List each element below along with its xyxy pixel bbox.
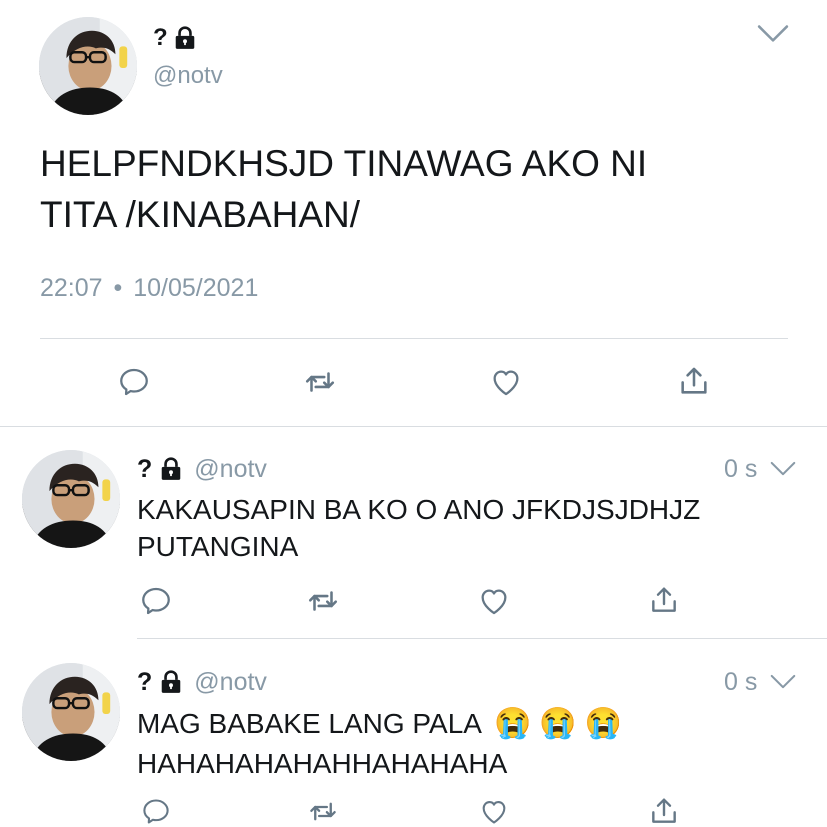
reply-icon[interactable] xyxy=(139,796,173,827)
lock-icon xyxy=(174,26,196,50)
main-tweet-display-name: ? xyxy=(153,24,168,51)
reply-divider xyxy=(137,638,827,639)
reply-text: MAG BABAKE LANG PALA 😭 😭 😭 HAHAHAHAHAHHA… xyxy=(137,704,797,784)
reply-icon[interactable] xyxy=(117,365,151,399)
chevron-down-icon[interactable] xyxy=(770,674,796,690)
like-icon[interactable] xyxy=(477,796,511,827)
main-tweet-user[interactable]: ? xyxy=(153,22,196,54)
main-tweet-text-line-1: HELPFNDKHSJD TINAWAG AKO NI xyxy=(40,143,648,184)
reply-header[interactable]: ? @notv xyxy=(137,666,267,698)
lock-icon xyxy=(160,670,182,694)
chevron-down-icon[interactable] xyxy=(757,24,789,44)
share-icon[interactable] xyxy=(677,364,711,398)
share-icon[interactable] xyxy=(648,795,680,827)
loudly-crying-face-emoji: 😭 xyxy=(493,707,532,740)
main-tweet-inner-divider xyxy=(40,338,788,339)
main-tweet-text: HELPFNDKHSJD TINAWAG AKO NI TITA /KINABA… xyxy=(40,138,800,240)
main-tweet-handle[interactable]: @notv xyxy=(153,62,223,90)
loudly-crying-face-emoji: 😭 xyxy=(584,707,623,740)
reply-avatar[interactable] xyxy=(22,663,120,761)
lock-icon xyxy=(160,457,182,481)
main-tweet-date: 10/05/2021 xyxy=(133,274,259,302)
reply-text-line-2: PUTANGINA xyxy=(137,531,299,562)
reply-text-line-1: KAKAUSAPIN BA KO O ANO JFKDJSJDHJZ xyxy=(137,494,701,525)
main-tweet-timestamp[interactable]: 22:07 • 10/05/2021 xyxy=(40,274,258,303)
reply-header[interactable]: ? @notv xyxy=(137,453,267,485)
like-icon[interactable] xyxy=(477,584,511,618)
reply-text-line-2: HAHAHAHAHAHHAHAHAHA xyxy=(137,748,508,779)
retweet-icon[interactable] xyxy=(302,365,338,399)
reply-handle: @notv xyxy=(194,667,267,696)
reply-time[interactable]: 0 s xyxy=(724,455,757,484)
reply-text-line-1: MAG BABAKE LANG PALA 😭 😭 😭 xyxy=(137,704,797,744)
main-tweet-time: 22:07 xyxy=(40,274,103,302)
retweet-icon[interactable] xyxy=(305,584,341,618)
timestamp-separator: • xyxy=(113,274,123,302)
loudly-crying-face-emoji: 😭 xyxy=(539,707,577,740)
main-tweet-text-line-2: TITA /KINABAHAN/ xyxy=(40,194,361,235)
chevron-down-icon[interactable] xyxy=(770,461,796,477)
reply-time[interactable]: 0 s xyxy=(724,668,757,697)
reply-avatar[interactable] xyxy=(22,450,120,548)
share-icon[interactable] xyxy=(648,583,680,617)
retweet-icon[interactable] xyxy=(305,796,341,827)
reply-display-name: ? xyxy=(137,667,153,696)
like-icon[interactable] xyxy=(489,365,523,399)
reply-text: KAKAUSAPIN BA KO O ANO JFKDJSJDHJZ PUTAN… xyxy=(137,491,797,565)
main-tweet-avatar[interactable] xyxy=(39,17,137,115)
reply-handle: @notv xyxy=(194,454,267,483)
reply-icon[interactable] xyxy=(139,584,173,618)
reply-display-name: ? xyxy=(137,454,153,483)
section-divider xyxy=(0,426,827,427)
reply-text-line-1-words: MAG BABAKE LANG PALA xyxy=(137,708,482,739)
